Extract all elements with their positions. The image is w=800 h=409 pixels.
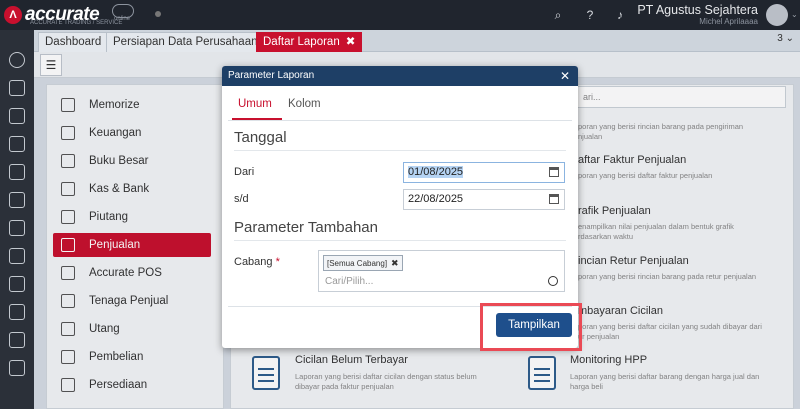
company-name[interactable]: PT Agustus Sejahtera bbox=[637, 3, 758, 17]
dialog-header: Parameter Laporan ✕ bbox=[222, 66, 578, 86]
document-icon[interactable] bbox=[9, 360, 25, 376]
tab-persiapan-data[interactable]: Persiapan Data Perusahaan bbox=[106, 32, 265, 52]
logo-subtitle: ACCURATE TRADING / SERVICE bbox=[30, 20, 123, 26]
to-date-value: 22/08/2025 bbox=[408, 193, 464, 205]
status-dot-icon bbox=[155, 11, 161, 17]
left-sidebar bbox=[0, 30, 34, 409]
ledger-icon[interactable] bbox=[9, 136, 25, 152]
tab-label: Daftar Laporan bbox=[263, 36, 340, 48]
building-icon[interactable] bbox=[9, 108, 25, 124]
tab-divider bbox=[228, 120, 572, 121]
section-title-extra: Parameter Tambahan bbox=[234, 219, 378, 236]
bank-icon[interactable] bbox=[9, 164, 25, 180]
calendar-icon[interactable] bbox=[549, 167, 559, 177]
branch-label: Cabang * bbox=[234, 256, 280, 268]
logo-badge-icon: Λ bbox=[4, 6, 22, 24]
chevron-down-icon[interactable]: ⌄ bbox=[791, 10, 798, 19]
close-icon[interactable]: ✖ bbox=[346, 36, 356, 48]
tab-umum[interactable]: Umum bbox=[238, 98, 272, 110]
from-label: Dari bbox=[234, 166, 255, 178]
from-date-input[interactable]: 01/08/2025 bbox=[403, 162, 565, 183]
transfer-icon[interactable] bbox=[9, 80, 25, 96]
remove-chip-icon[interactable]: ✖ bbox=[391, 258, 399, 268]
pos-icon[interactable] bbox=[9, 304, 25, 320]
branch-search-input[interactable]: Cari/Pilih... bbox=[325, 276, 373, 287]
section-divider bbox=[234, 240, 566, 241]
section-divider bbox=[234, 150, 566, 151]
search-icon bbox=[548, 276, 558, 286]
close-icon[interactable]: ✕ bbox=[560, 66, 570, 86]
to-date-input[interactable]: 22/08/2025 bbox=[403, 189, 565, 210]
tab-label: Dashboard bbox=[45, 36, 102, 48]
truck-icon[interactable] bbox=[9, 248, 25, 264]
tab-daftar-laporan[interactable]: Daftar Laporan ✖ bbox=[256, 32, 363, 52]
report-icon[interactable] bbox=[9, 332, 25, 348]
branch-multiselect[interactable]: [Semua Cabang] ✖ Cari/Pilih... bbox=[318, 250, 565, 292]
branch-chip: [Semua Cabang] ✖ bbox=[323, 255, 403, 271]
required-marker: * bbox=[275, 256, 280, 268]
cart-icon[interactable] bbox=[9, 220, 25, 236]
tab-label: Persiapan Data Perusahaan bbox=[113, 36, 258, 48]
calendar-icon[interactable] bbox=[549, 194, 559, 204]
avatar[interactable] bbox=[766, 4, 788, 26]
tab-dashboard[interactable]: Dashboard bbox=[38, 32, 109, 52]
tab-bar: Dashboard Persiapan Data Perusahaan Daft… bbox=[34, 30, 800, 52]
branch-label-text: Cabang bbox=[234, 256, 273, 268]
from-date-value: 01/08/2025 bbox=[408, 166, 464, 178]
money-icon[interactable] bbox=[9, 192, 25, 208]
section-title-date: Tanggal bbox=[234, 129, 287, 146]
highlight-annotation bbox=[480, 303, 582, 351]
dialog-title: Parameter Laporan bbox=[228, 70, 315, 81]
user-name: Michel Aprilaaaa bbox=[699, 17, 758, 26]
search-icon[interactable]: ⌕ bbox=[551, 8, 565, 22]
chart-icon[interactable] bbox=[9, 276, 25, 292]
to-label: s/d bbox=[234, 193, 249, 205]
settings-icon[interactable] bbox=[9, 52, 25, 68]
tab-overflow-menu[interactable]: 3 ⌄ bbox=[777, 33, 794, 44]
logo-online: online bbox=[114, 16, 131, 22]
bell-icon[interactable]: ♪ bbox=[613, 8, 627, 22]
top-bar: Λ accurate ACCURATE TRADING / SERVICE on… bbox=[0, 0, 800, 30]
tab-kolom[interactable]: Kolom bbox=[288, 98, 321, 110]
branch-chip-label: [Semua Cabang] bbox=[327, 259, 388, 268]
help-icon[interactable]: ? bbox=[583, 8, 597, 22]
